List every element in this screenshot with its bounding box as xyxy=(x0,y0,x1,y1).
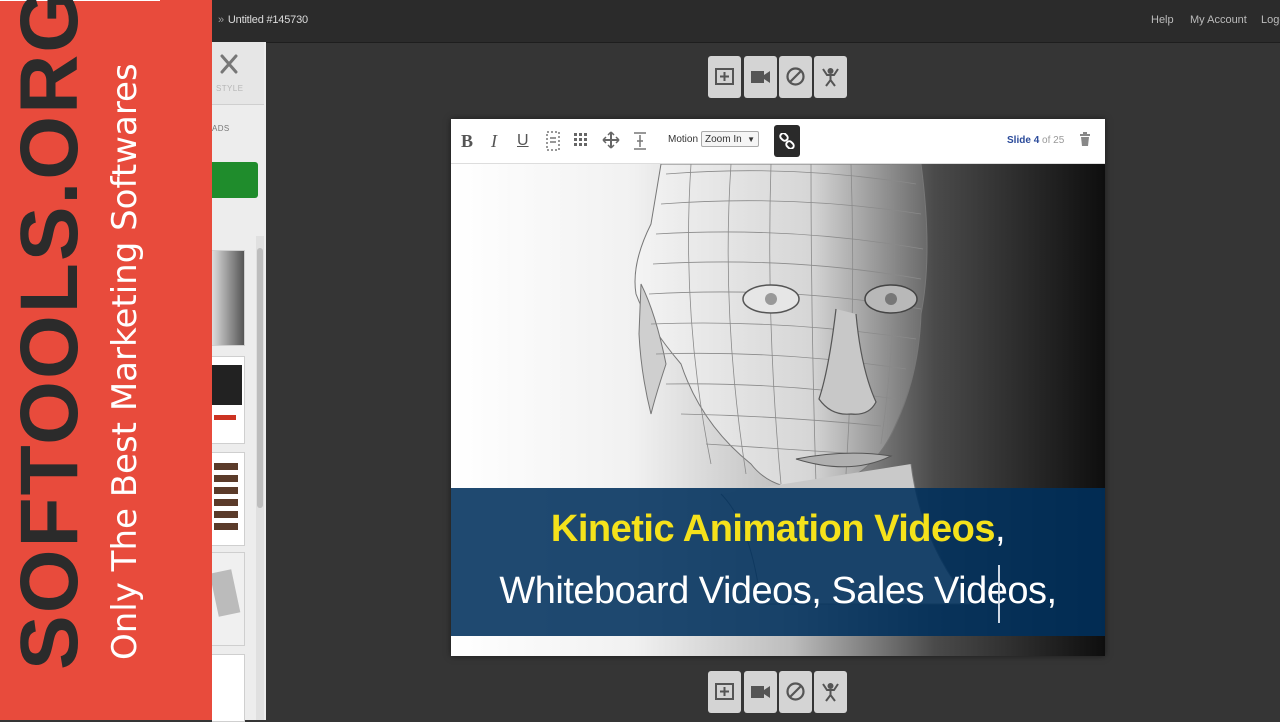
my-account-link[interactable]: My Account xyxy=(1190,14,1247,26)
add-slide-button[interactable] xyxy=(708,671,741,713)
style-tab[interactable]: STYLE xyxy=(212,42,264,105)
link-icon xyxy=(779,133,795,149)
bold-button[interactable]: B xyxy=(461,131,473,152)
ban-icon xyxy=(786,682,805,701)
video-icon xyxy=(751,71,770,83)
video-icon xyxy=(751,686,770,698)
motion-select[interactable]: Zoom In ▼ xyxy=(701,131,759,147)
slide-thumbnail[interactable] xyxy=(212,250,245,346)
project-title[interactable]: Untitled #145730 xyxy=(228,14,308,26)
add-slide-button[interactable] xyxy=(708,56,741,98)
text-cursor xyxy=(998,565,1000,623)
thumbnail-image xyxy=(212,569,241,617)
ads-section-label: ADS xyxy=(212,124,230,133)
thumbnail-image xyxy=(214,463,238,535)
slide-tools-top xyxy=(708,56,847,98)
thumbnail-bar xyxy=(214,415,236,420)
help-link[interactable]: Help xyxy=(1151,14,1174,26)
character-icon xyxy=(822,683,839,702)
italic-button[interactable]: I xyxy=(491,131,497,152)
caption-highlight: Kinetic Animation Videos xyxy=(550,508,996,550)
grid-icon[interactable] xyxy=(573,132,589,148)
add-character-button[interactable] xyxy=(814,56,847,98)
add-video-button[interactable] xyxy=(744,56,777,98)
watermark-banner: SOFTOOLS.ORG Only The Best Marketing Sof… xyxy=(0,0,212,720)
slide-current: 4 xyxy=(1033,135,1040,146)
slide-thumbnail[interactable] xyxy=(212,654,245,722)
motion-label: Motion xyxy=(668,134,699,145)
spacing-icon[interactable] xyxy=(632,131,648,151)
slide-thumbnail[interactable] xyxy=(212,452,245,546)
add-video-button[interactable] xyxy=(744,671,777,713)
trash-icon[interactable] xyxy=(1079,131,1091,147)
text-align-icon[interactable] xyxy=(546,131,560,151)
close-x-icon xyxy=(220,54,238,74)
watermark-tagline: Only The Best Marketing Softwares xyxy=(105,63,145,660)
ban-icon xyxy=(786,67,805,86)
disable-button[interactable] xyxy=(779,56,812,98)
add-character-button[interactable] xyxy=(814,671,847,713)
scrollbar-thumb[interactable] xyxy=(257,248,263,508)
motion-select-value: Zoom In xyxy=(705,134,742,145)
add-slide-icon xyxy=(715,683,734,700)
link-button[interactable] xyxy=(774,125,800,157)
slide-thumbnail[interactable] xyxy=(212,356,245,444)
logout-link[interactable]: Logo xyxy=(1261,14,1280,26)
move-icon[interactable] xyxy=(602,131,620,149)
slide-tools-bottom xyxy=(708,671,847,713)
slide-prefix: Slide xyxy=(1007,135,1031,146)
green-action-button[interactable] xyxy=(212,162,258,198)
caption-comma: , xyxy=(995,508,1006,550)
chevron-down-icon: ▼ xyxy=(747,135,755,144)
slide-canvas[interactable]: Kinetic Animation Videos, Whiteboard Vid… xyxy=(451,164,1105,656)
slide-counter: Slide 4 of 25 xyxy=(1007,135,1064,146)
style-tab-label: STYLE xyxy=(216,84,244,93)
add-slide-icon xyxy=(715,68,734,85)
slide-editor: B I U Motion Zoom In ▼ Slide 4 of 25 Kin… xyxy=(451,119,1105,656)
character-icon xyxy=(822,68,839,87)
watermark-brand: SOFTOOLS.ORG xyxy=(4,0,95,670)
breadcrumb: » Untitled #145730 xyxy=(218,14,308,26)
slide-total: of 25 xyxy=(1042,135,1065,146)
slide-thumbnail[interactable] xyxy=(212,552,245,646)
caption-line-1: Kinetic Animation Videos, xyxy=(451,508,1105,551)
caption-box[interactable]: Kinetic Animation Videos, Whiteboard Vid… xyxy=(451,488,1105,636)
editor-toolbar: B I U Motion Zoom In ▼ Slide 4 of 25 xyxy=(451,119,1105,164)
thumbnail-image xyxy=(212,365,242,405)
caption-line-2: Whiteboard Videos, Sales Videos, xyxy=(499,570,1057,612)
breadcrumb-separator: » xyxy=(218,14,224,26)
disable-button[interactable] xyxy=(779,671,812,713)
underline-button[interactable]: U xyxy=(517,132,529,150)
